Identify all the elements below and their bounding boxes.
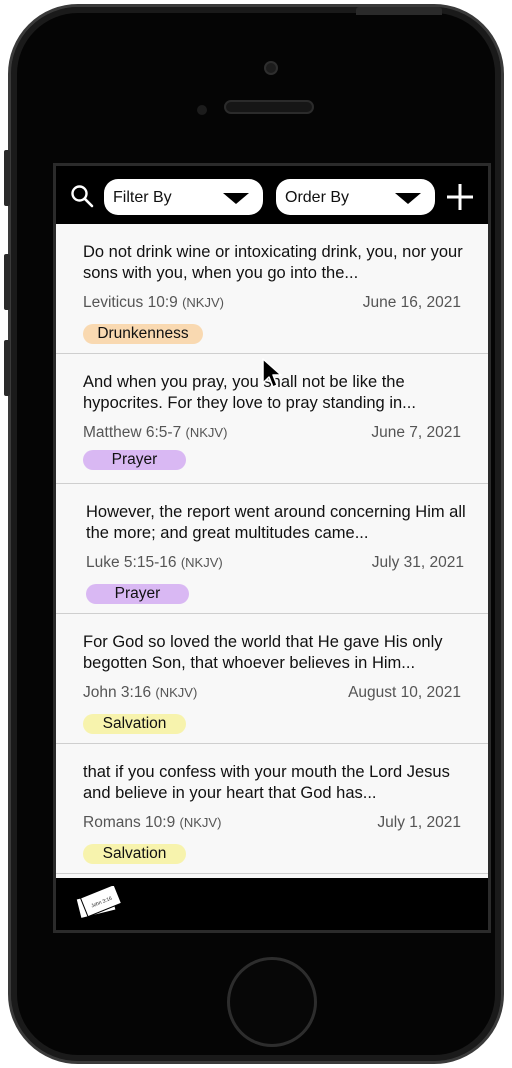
phone-frame: Filter By Order By Do not drink wine or … [8, 4, 504, 1064]
verse-card[interactable]: Do not drink wine or intoxicating drink,… [56, 224, 488, 354]
search-icon[interactable] [70, 184, 94, 208]
chevron-down-icon [223, 193, 249, 204]
verse-reference: Matthew 6:5-7 (NKJV) [83, 424, 228, 441]
verse-date: June 7, 2021 [371, 424, 461, 441]
verse-date: August 10, 2021 [348, 684, 461, 701]
verse-reference: Leviticus 10:9 (NKJV) [83, 294, 224, 311]
filter-label: Filter By [113, 189, 172, 206]
home-button[interactable] [227, 957, 317, 1047]
order-dropdown[interactable]: Order By [276, 179, 435, 215]
earpiece-speaker [224, 100, 314, 114]
verse-card[interactable]: However, the report went around concerni… [56, 484, 488, 614]
verse-text: For God so loved the world that He gave … [83, 633, 443, 672]
tag-badge[interactable]: Drunkenness [83, 324, 203, 344]
filter-dropdown[interactable]: Filter By [104, 179, 263, 215]
front-camera [264, 61, 278, 75]
order-label: Order By [285, 189, 350, 206]
verse-date: July 31, 2021 [371, 554, 464, 571]
tag-badge[interactable]: Prayer [83, 450, 186, 470]
mute-switch [4, 150, 10, 206]
verse-date: June 16, 2021 [362, 294, 461, 311]
verse-reference: John 3:16 (NKJV) [83, 684, 198, 701]
verse-text: that if you confess with your mouth the … [83, 763, 450, 802]
verse-card[interactable]: For God so loved the world that He gave … [56, 614, 488, 744]
plus-icon[interactable] [446, 183, 474, 211]
power-button [356, 7, 442, 15]
verse-reference: Luke 5:15-16 (NKJV) [86, 554, 223, 571]
verse-text: However, the report went around concerni… [86, 503, 466, 542]
verse-list: Do not drink wine or intoxicating drink,… [56, 224, 488, 878]
bottom-bar: John 3:16 [56, 878, 488, 930]
tag-badge[interactable]: Salvation [83, 714, 186, 734]
tag-badge[interactable]: Salvation [83, 844, 186, 864]
volume-down-button [4, 340, 10, 396]
verse-card[interactable]: that if you confess with your mouth the … [56, 744, 488, 874]
mouse-cursor-icon [262, 358, 282, 388]
chevron-down-icon [395, 193, 421, 204]
volume-up-button [4, 254, 10, 310]
proximity-sensor [197, 105, 207, 115]
verse-reference: Romans 10:9 (NKJV) [83, 814, 222, 831]
verse-text: Do not drink wine or intoxicating drink,… [83, 243, 463, 282]
app-screen: Filter By Order By Do not drink wine or … [53, 163, 491, 933]
verse-date: July 1, 2021 [377, 814, 461, 831]
toolbar: Filter By Order By [56, 166, 488, 224]
app-logo-icon[interactable]: John 3:16 [72, 886, 124, 922]
tag-badge[interactable]: Prayer [86, 584, 189, 604]
